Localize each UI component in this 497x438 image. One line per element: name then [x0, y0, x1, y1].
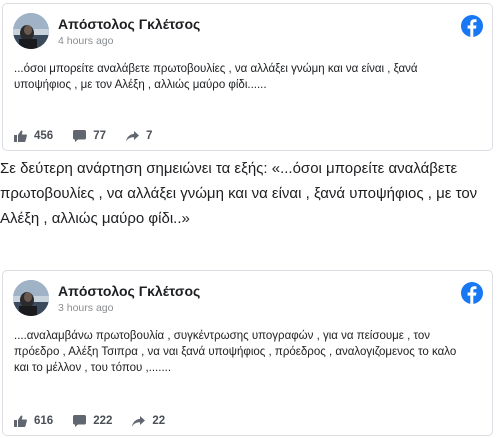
shares-count: 7 — [145, 130, 153, 142]
post-stats: 616 222 22 — [14, 415, 185, 427]
author-name[interactable]: Απόστολος Γκλέτσος — [58, 16, 200, 32]
comments-count: 222 — [93, 415, 113, 427]
likes-stat[interactable]: 616 — [14, 415, 53, 427]
share-icon — [132, 415, 146, 426]
author-avatar[interactable] — [13, 13, 49, 49]
post-stats: 456 77 7 — [14, 130, 172, 142]
comment-icon — [73, 415, 87, 427]
post-timestamp[interactable]: 3 hours ago — [58, 302, 113, 314]
post-timestamp[interactable]: 4 hours ago — [58, 35, 113, 47]
post-text: ...όσοι μπορείτε αναλάβετε πρωτοβουλίες … — [14, 63, 418, 91]
comments-stat[interactable]: 77 — [73, 130, 106, 142]
share-icon — [125, 130, 139, 141]
like-icon — [14, 130, 27, 142]
author-avatar[interactable] — [13, 280, 49, 316]
shares-stat[interactable]: 7 — [125, 130, 153, 142]
shares-count: 22 — [152, 415, 166, 427]
post-text: ....αναλαμβάνω πρωτοβουλία , συγκέντρωση… — [14, 330, 457, 374]
author-name[interactable]: Απόστολος Γκλέτσος — [58, 283, 200, 299]
facebook-logo-icon[interactable] — [461, 282, 483, 304]
facebook-logo-icon[interactable] — [461, 15, 483, 37]
article-caption: Σε δεύτερη ανάρτηση σημειώνει τα εξής: «… — [0, 160, 478, 227]
comment-icon — [73, 130, 87, 142]
shares-stat[interactable]: 22 — [132, 415, 165, 427]
comments-stat[interactable]: 222 — [73, 415, 112, 427]
likes-count: 456 — [34, 130, 54, 142]
likes-count: 616 — [34, 415, 54, 427]
comments-count: 77 — [93, 130, 106, 142]
facebook-post-card-1: Απόστολος Γκλέτσος 4 hours ago ...όσοι μ… — [2, 3, 493, 151]
like-icon — [14, 415, 27, 427]
likes-stat[interactable]: 456 — [14, 130, 53, 142]
facebook-post-card-2: Απόστολος Γκλέτσος 3 hours ago ....αναλα… — [2, 270, 493, 436]
